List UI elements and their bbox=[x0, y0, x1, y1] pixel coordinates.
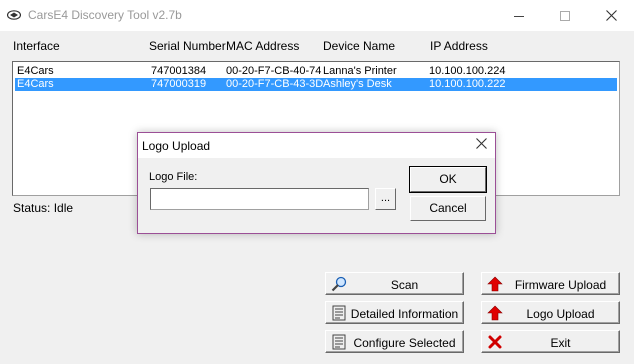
logo-upload-button[interactable]: Logo Upload bbox=[481, 301, 620, 324]
browse-button[interactable]: ... bbox=[375, 188, 396, 210]
firmware-upload-label: Firmware Upload bbox=[514, 278, 607, 292]
header-serial: Serial Number bbox=[149, 39, 226, 53]
cell-serial: 747000319 bbox=[151, 78, 207, 90]
close-icon bbox=[605, 10, 617, 21]
exit-button[interactable]: Exit bbox=[481, 330, 620, 353]
minimize-icon bbox=[514, 15, 524, 17]
document-icon bbox=[331, 334, 347, 350]
cell-mac: 00-20-F7-CB-43-3D bbox=[226, 78, 324, 90]
close-button[interactable] bbox=[588, 0, 634, 31]
header-device-name: Device Name bbox=[323, 39, 396, 53]
document-icon bbox=[331, 305, 347, 321]
app-icon bbox=[7, 10, 21, 20]
dialog-title: Logo Upload bbox=[142, 139, 211, 153]
window-title: CarsE4 Discovery Tool v2.7b bbox=[28, 8, 182, 22]
cell-ip: 10.100.100.222 bbox=[429, 78, 506, 90]
list-row-selected[interactable]: E4Cars 747000319 00-20-F7-CB-43-3D Ashle… bbox=[15, 78, 617, 91]
cell-interface: E4Cars bbox=[17, 78, 54, 90]
cell-mac: 00-20-F7-CB-40-74 bbox=[226, 65, 322, 77]
ok-button[interactable]: OK bbox=[409, 166, 487, 193]
dialog-title-bar: Logo Upload bbox=[138, 133, 495, 158]
upload-arrow-icon bbox=[487, 305, 503, 321]
scan-button[interactable]: Scan bbox=[325, 272, 464, 295]
cell-ip: 10.100.100.224 bbox=[429, 65, 506, 77]
header-mac: MAC Address bbox=[226, 39, 300, 53]
detailed-information-button[interactable]: Detailed Information bbox=[325, 301, 464, 324]
header-ip: IP Address bbox=[430, 39, 488, 53]
status-text: Status: Idle bbox=[13, 201, 74, 215]
dialog-close-button[interactable] bbox=[476, 136, 487, 153]
logo-file-label: Logo File: bbox=[149, 171, 198, 183]
detailed-information-label: Detailed Information bbox=[350, 307, 459, 321]
configure-selected-button[interactable]: Configure Selected bbox=[325, 330, 464, 353]
upload-arrow-icon bbox=[487, 276, 503, 292]
cell-device-name: Ashley's Desk bbox=[323, 78, 392, 90]
cancel-button[interactable]: Cancel bbox=[410, 196, 486, 221]
list-row[interactable]: E4Cars 747001384 00-20-F7-CB-40-74 Lanna… bbox=[15, 65, 617, 78]
firmware-upload-button[interactable]: Firmware Upload bbox=[481, 272, 620, 295]
main-window: CarsE4 Discovery Tool v2.7b Interface Se… bbox=[0, 0, 634, 364]
exit-label: Exit bbox=[550, 336, 571, 350]
logo-upload-label: Logo Upload bbox=[526, 307, 595, 321]
minimize-button[interactable] bbox=[496, 0, 542, 31]
maximize-button[interactable] bbox=[542, 0, 588, 31]
magnifier-icon bbox=[331, 276, 347, 292]
header-interface: Interface bbox=[13, 39, 60, 53]
cell-device-name: Lanna's Printer bbox=[323, 65, 397, 77]
column-headers: Interface Serial Number MAC Address Devi… bbox=[0, 39, 634, 53]
configure-selected-label: Configure Selected bbox=[353, 336, 456, 350]
red-x-icon bbox=[487, 334, 503, 350]
scan-label: Scan bbox=[390, 278, 419, 292]
logo-upload-dialog: Logo Upload Logo File: ... OK Cancel bbox=[137, 132, 496, 234]
maximize-icon bbox=[560, 10, 570, 21]
cell-serial: 747001384 bbox=[151, 65, 207, 77]
logo-file-input[interactable] bbox=[150, 188, 369, 210]
cell-interface: E4Cars bbox=[17, 65, 54, 77]
title-bar: CarsE4 Discovery Tool v2.7b bbox=[0, 0, 634, 31]
close-icon bbox=[476, 138, 487, 149]
